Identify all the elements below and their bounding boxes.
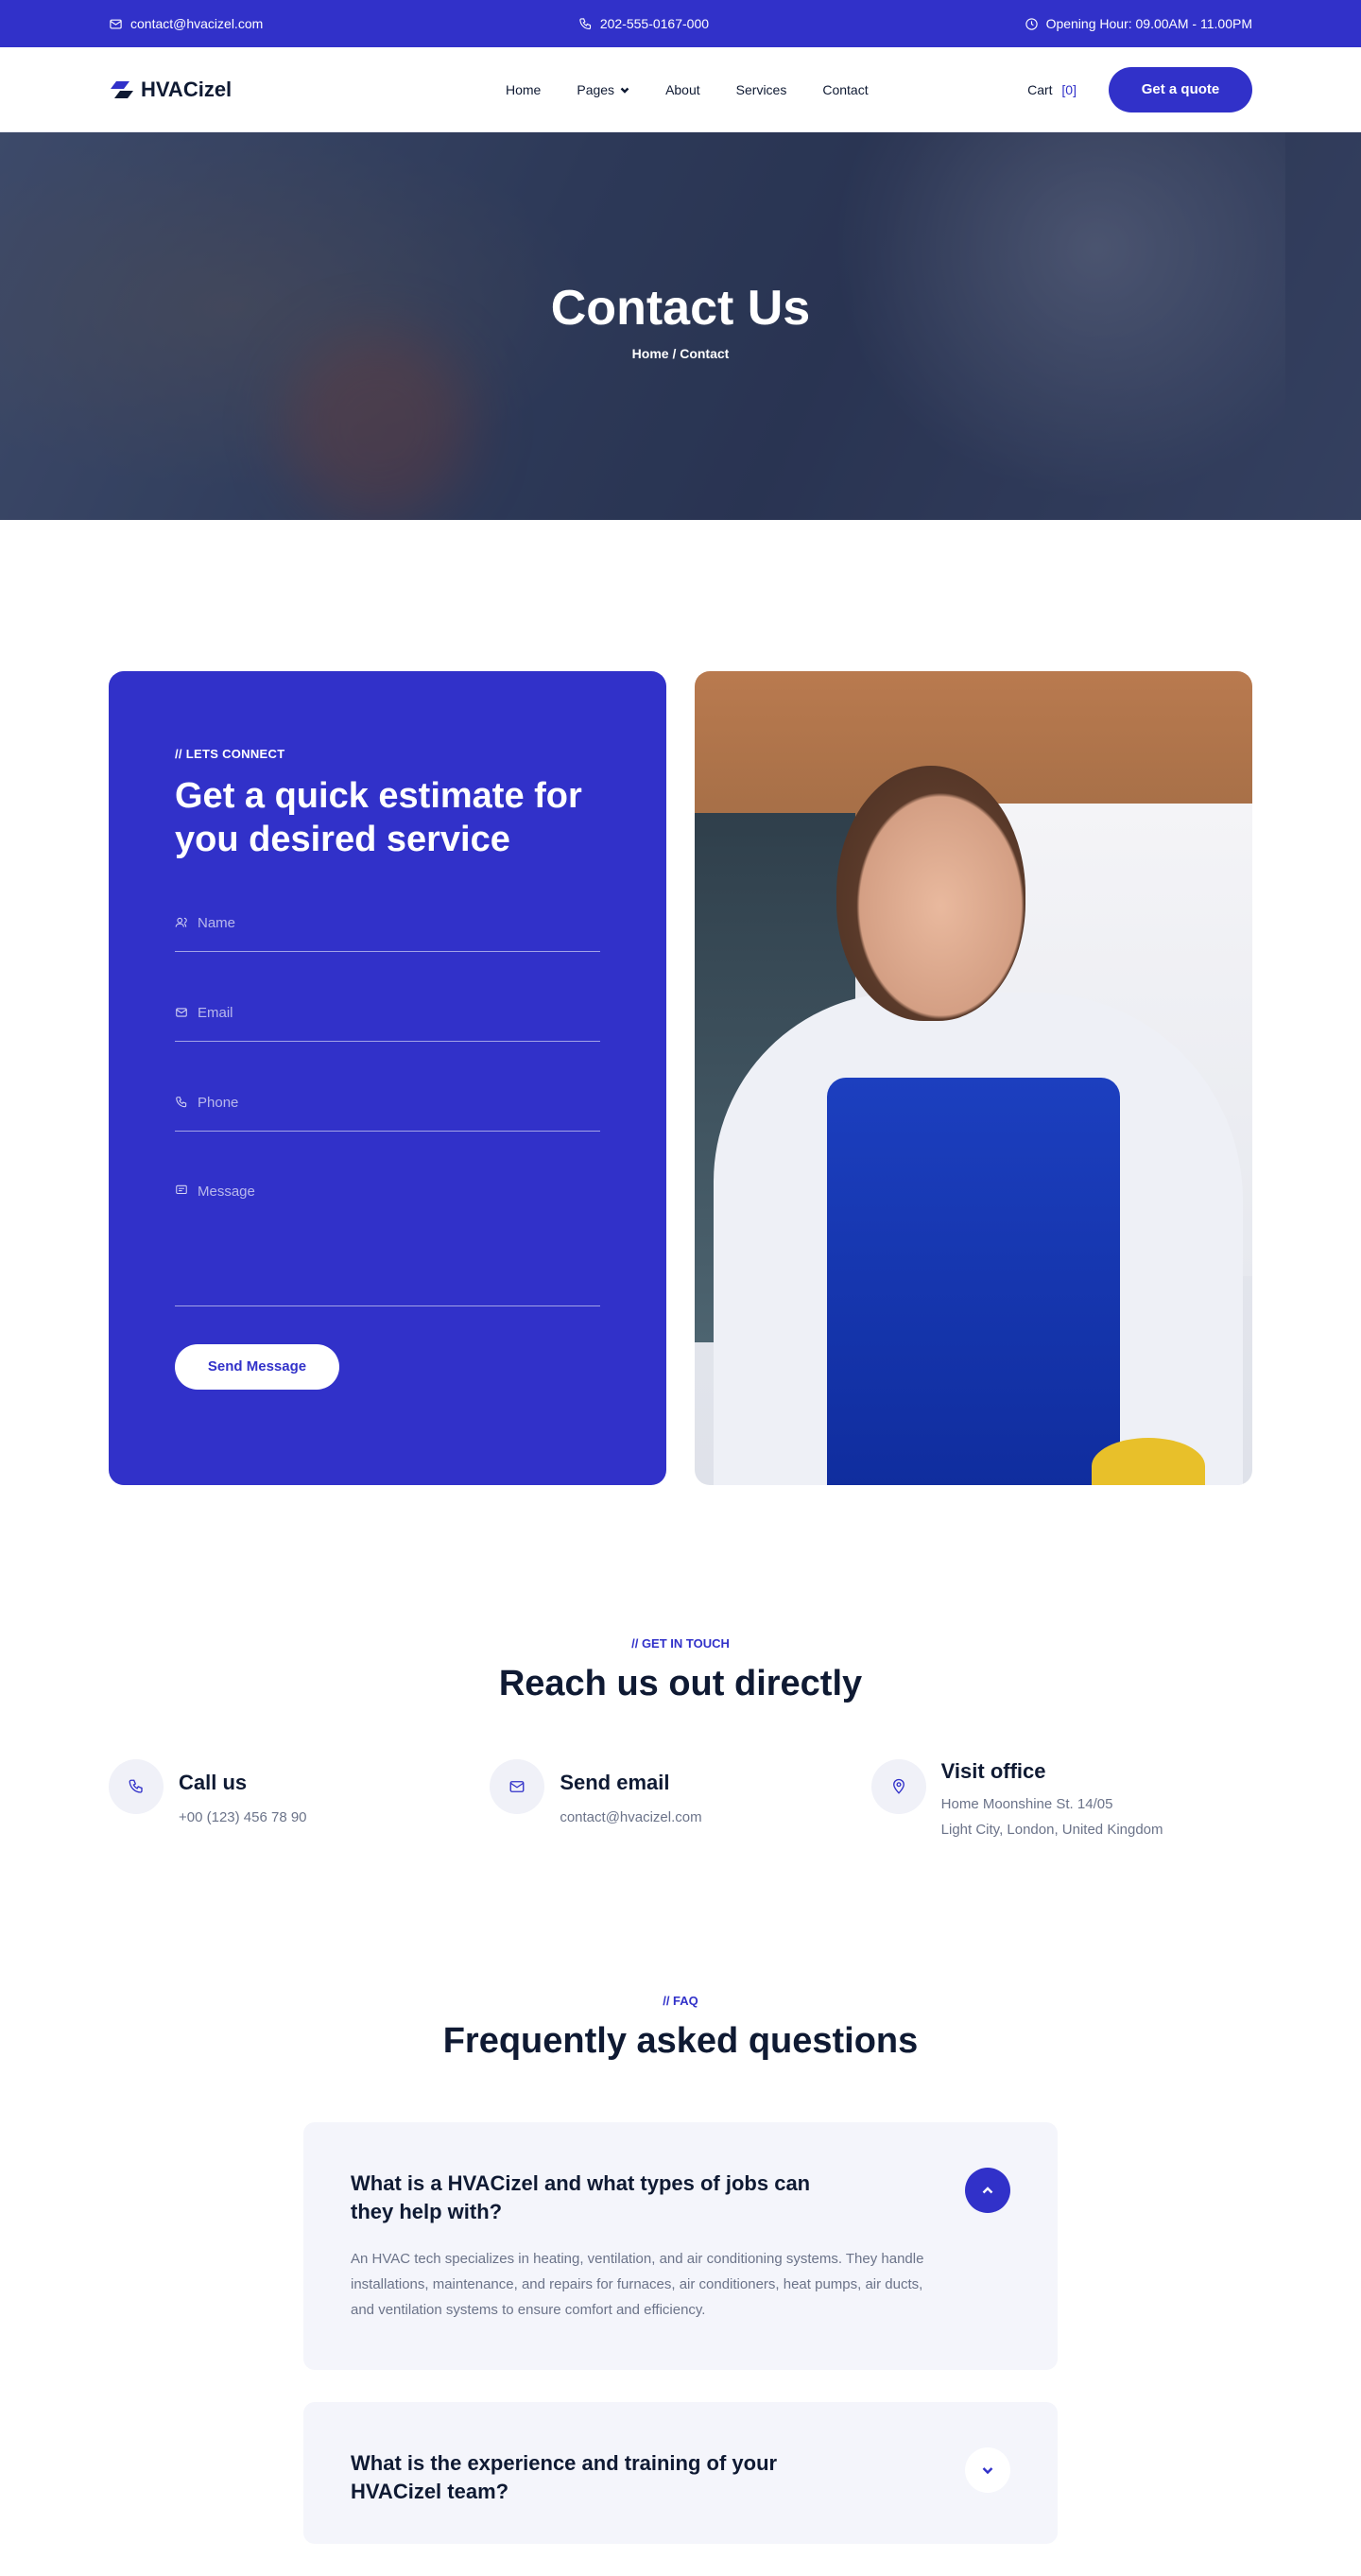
message-input[interactable] <box>198 1183 600 1288</box>
call-text: Call us +00 (123) 456 78 90 <box>179 1759 307 1842</box>
office-icon-wrap <box>870 1759 926 1814</box>
topbar-email[interactable]: contact@hvacizel.com <box>109 16 263 31</box>
email-address: contact@hvacizel.com <box>560 1809 702 1825</box>
logo-text: HVACizel <box>141 77 233 101</box>
faq-answer: An HVAC tech specializes in heating, ven… <box>351 2251 924 2319</box>
contact-email[interactable]: Send email contact@hvacizel.com <box>490 1759 870 1842</box>
touch-eyebrow: // GET IN TOUCH <box>631 1636 730 1651</box>
get-quote-button[interactable]: Get a quote <box>1109 66 1252 112</box>
phone-input[interactable] <box>198 1094 600 1111</box>
faq-collapse-button[interactable] <box>965 2168 1010 2213</box>
contact-office[interactable]: Visit office Home Moonshine St. 14/05 Li… <box>870 1759 1252 1842</box>
message-icon <box>176 1184 187 1194</box>
faq-item: What is the experience and training of y… <box>303 2402 1058 2544</box>
contact-methods: Call us +00 (123) 456 78 90 Send email c… <box>0 1704 1361 1842</box>
email-title: Send email <box>560 1771 670 1794</box>
cart-label: Cart <box>1027 81 1053 97</box>
office-address-line2: Light City, London, United Kingdom <box>940 1822 1163 1838</box>
topbar-email-text: contact@hvacizel.com <box>130 16 264 31</box>
form-title: Get a quick estimate for you desired ser… <box>175 776 582 860</box>
chevron-down-icon <box>982 2467 993 2475</box>
top-bar: contact@hvacizel.com 202-555-0167-000 Op… <box>0 0 1361 47</box>
faq-question[interactable]: What is the experience and training of y… <box>351 2449 842 2505</box>
hero-text: Contact Us Home / Contact <box>0 284 1361 361</box>
topbar-phone-text: 202-555-0167-000 <box>599 16 710 31</box>
phone-icon <box>579 17 591 29</box>
page-title: Contact Us <box>550 281 811 336</box>
photo-face <box>836 766 1025 1021</box>
photo-apron <box>827 1078 1120 1485</box>
touch-title: Reach us out directly <box>498 1664 863 1703</box>
mail-icon <box>509 1781 525 1792</box>
email-field <box>175 985 600 1042</box>
nav-pages-label: Pages <box>577 81 615 97</box>
nav-pages[interactable]: Pages <box>577 82 629 97</box>
technician-photo <box>695 671 1252 1485</box>
faq-list: What is a HVACizel and what types of job… <box>303 2122 1058 2544</box>
faq-section: // FAQ Frequently asked questions What i… <box>0 1842 1361 2544</box>
office-title: Visit office <box>940 1759 1046 1783</box>
logo[interactable]: HVACizel <box>109 78 506 102</box>
site-header: HVACizel Home Pages About Services Conta… <box>0 47 1361 132</box>
get-in-touch-section: // GET IN TOUCH Reach us out directly Ca… <box>0 1485 1361 1842</box>
nav-about[interactable]: About <box>665 82 700 97</box>
topbar-phone[interactable]: 202-555-0167-000 <box>578 16 709 31</box>
name-input[interactable] <box>198 914 600 931</box>
cart-count: [0] <box>1061 81 1077 97</box>
phone-icon <box>176 1097 187 1108</box>
faq-expand-button[interactable] <box>965 2447 1010 2494</box>
call-title: Call us <box>179 1771 248 1794</box>
call-icon-wrap <box>109 1759 164 1814</box>
breadcrumb: Home / Contact <box>631 346 730 361</box>
topbar-hours: Opening Hour: 09.00AM - 11.00PM <box>1025 16 1252 31</box>
email-input[interactable] <box>198 1004 600 1021</box>
logo-icon <box>111 80 133 98</box>
email-text: Send email contact@hvacizel.com <box>560 1759 701 1842</box>
main-nav: Home Pages About Services Contact <box>506 82 1027 97</box>
phone-icon <box>129 1779 143 1793</box>
chevron-down-icon <box>620 87 629 94</box>
office-address-line1: Home Moonshine St. 14/05 <box>940 1796 1113 1812</box>
name-field <box>175 895 600 952</box>
faq-eyebrow: // FAQ <box>663 1994 698 2008</box>
contact-call[interactable]: Call us +00 (123) 456 78 90 <box>109 1759 490 1842</box>
send-message-button[interactable]: Send Message <box>175 1343 339 1390</box>
chevron-up-icon <box>982 2187 993 2194</box>
form-eyebrow: // LETS CONNECT <box>175 747 285 761</box>
nav-services[interactable]: Services <box>736 82 787 97</box>
estimate-form: // LETS CONNECT Get a quick estimate for… <box>109 671 666 1485</box>
faq-item: What is a HVACizel and what types of job… <box>303 2122 1058 2371</box>
mail-icon <box>110 19 122 28</box>
call-number: +00 (123) 456 78 90 <box>179 1809 307 1825</box>
nav-contact[interactable]: Contact <box>822 82 868 97</box>
contact-section: // LETS CONNECT Get a quick estimate for… <box>0 520 1361 1485</box>
faq-question[interactable]: What is a HVACizel and what types of job… <box>351 2170 842 2225</box>
topbar-hours-text: Opening Hour: 09.00AM - 11.00PM <box>1045 16 1252 31</box>
map-pin-icon <box>892 1778 904 1794</box>
clock-icon <box>1025 17 1038 30</box>
nav-home[interactable]: Home <box>506 82 541 97</box>
faq-title: Frequently asked questions <box>442 2021 919 2061</box>
cart-link[interactable]: Cart [0] <box>1027 82 1077 97</box>
hero-banner: Contact Us Home / Contact <box>0 132 1361 520</box>
phone-field <box>175 1075 600 1132</box>
office-text: Visit office Home Moonshine St. 14/05 Li… <box>941 1759 1163 1842</box>
message-field <box>175 1165 600 1306</box>
user-icon <box>175 918 187 927</box>
mail-icon <box>176 1008 187 1017</box>
office-address: Home Moonshine St. 14/05 Light City, Lon… <box>941 1791 1163 1842</box>
email-icon-wrap <box>490 1759 545 1814</box>
